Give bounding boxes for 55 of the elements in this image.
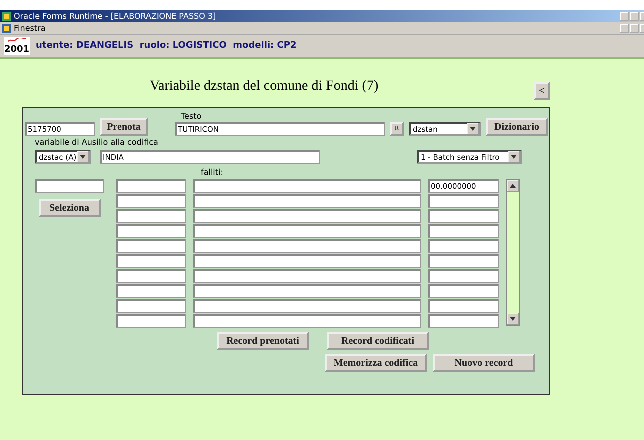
up-arrow-icon [510, 184, 516, 188]
form-heading: Variabile dzstan del comune di Fondi (7) [150, 79, 380, 95]
grid-cell[interactable] [116, 269, 186, 283]
grid-cell[interactable] [193, 314, 421, 328]
grid-cell[interactable] [428, 224, 499, 238]
reserve-button[interactable]: Prenota [100, 118, 148, 136]
down-arrow-icon [510, 317, 516, 321]
grid-cell[interactable] [193, 194, 421, 208]
grid-cell[interactable] [428, 299, 499, 313]
menu-item[interactable]: Finestra [14, 24, 46, 32]
back-button[interactable]: < [534, 82, 550, 100]
grid-cell[interactable] [428, 209, 499, 223]
action-button[interactable]: Record prenotati [217, 332, 309, 350]
grid-cell[interactable] [116, 314, 186, 328]
action-button[interactable]: Nuovo record [433, 354, 535, 372]
grid-cell[interactable] [116, 239, 186, 253]
failed-label: falliti: [201, 168, 224, 177]
grid-cell[interactable] [193, 209, 421, 223]
grid-cell[interactable] [193, 284, 421, 298]
dictionary-button[interactable]: Dizionario [486, 118, 548, 136]
grid-cell[interactable] [193, 254, 421, 268]
action-button[interactable]: Memorizza codifica [325, 354, 427, 372]
grid-cell[interactable] [116, 194, 186, 208]
grid-cell[interactable] [116, 179, 186, 193]
select-button[interactable]: Seleziona [38, 199, 100, 217]
grid-cell[interactable] [428, 194, 499, 208]
grid-cell[interactable] [193, 239, 421, 253]
grid-cell[interactable] [116, 209, 186, 223]
caret-icon [511, 155, 517, 159]
text-label: Testo [181, 112, 203, 121]
user-info: utente: DEANGELIS ruolo: LOGISTICO modelli: CP2 [36, 41, 297, 51]
grid-cell[interactable] [116, 254, 186, 268]
action-button[interactable]: Record codificati [327, 332, 429, 350]
grid-cell[interactable] [193, 299, 421, 313]
caret-icon [470, 127, 476, 131]
grid-cell[interactable] [116, 224, 186, 238]
grid-cell[interactable] [116, 284, 186, 298]
grid-cell[interactable] [193, 179, 421, 193]
grid-cell[interactable] [428, 269, 499, 283]
scrollbar[interactable] [506, 179, 520, 326]
logo-year: 2001 [4, 45, 30, 55]
window-icon [2, 24, 11, 32]
grid-cell[interactable] [193, 269, 421, 283]
aux-label: variabile di Ausilio alla codifica [35, 138, 160, 147]
grid-cell[interactable] [193, 224, 421, 238]
grid-cell[interactable] [116, 299, 186, 313]
grid-cell[interactable] [428, 314, 499, 328]
signature-icon [8, 38, 26, 43]
caret-icon [80, 155, 86, 159]
grid-cell[interactable] [428, 239, 499, 253]
grid-cell[interactable] [428, 284, 499, 298]
window-title: Oracle Forms Runtime - [ELABORAZIONE PASSO 3] [14, 12, 216, 20]
grid-cell[interactable] [428, 254, 499, 268]
app-icon [2, 12, 11, 20]
search-field[interactable] [35, 179, 104, 193]
